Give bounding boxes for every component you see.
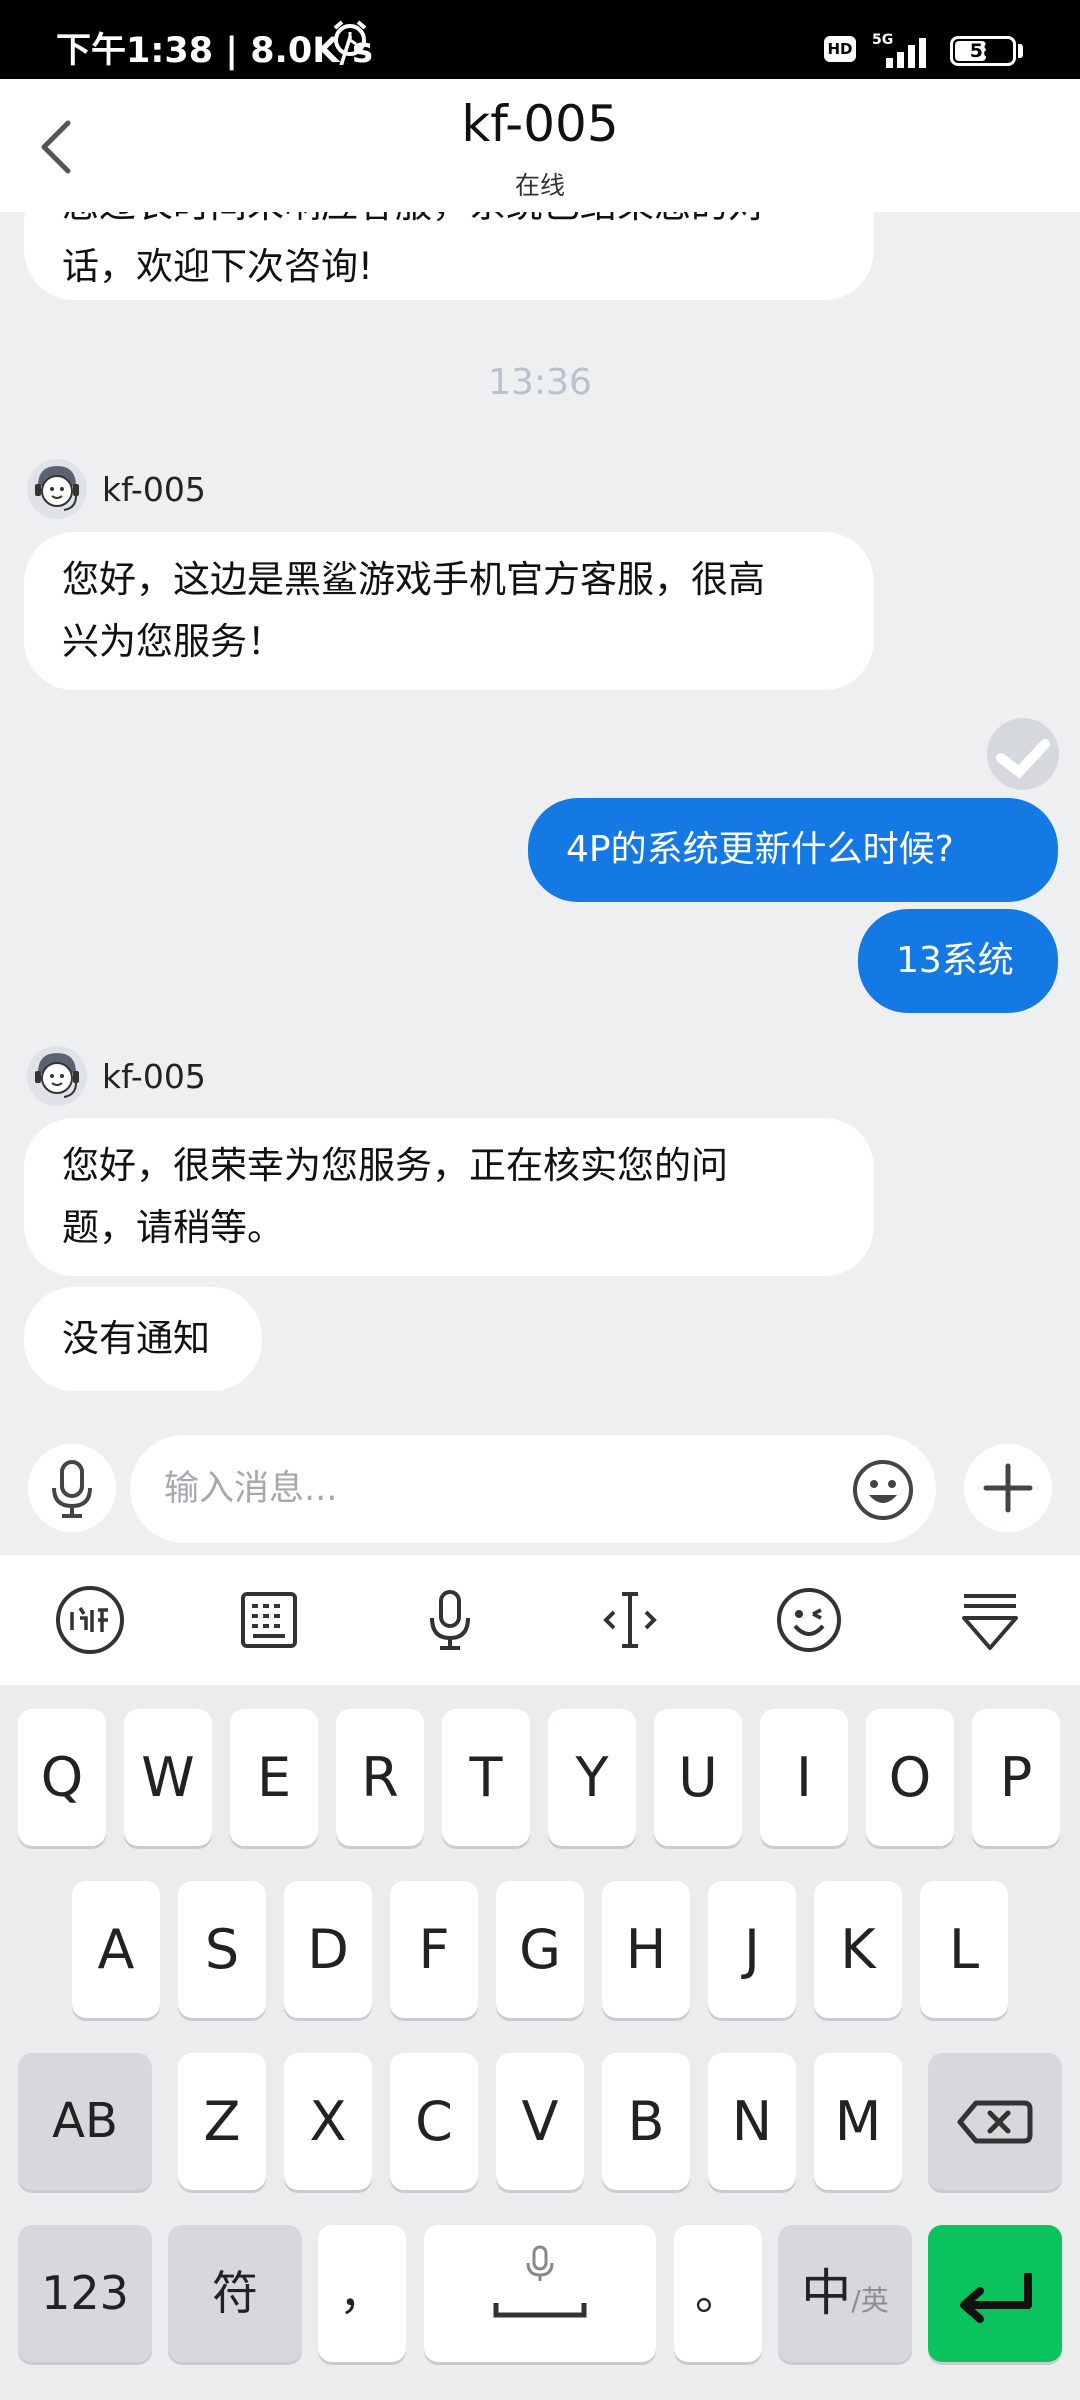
key-t[interactable]: T: [442, 1709, 530, 1846]
key-q[interactable]: Q: [18, 1709, 106, 1846]
key-o[interactable]: O: [866, 1709, 954, 1846]
plus-icon: [983, 1463, 1033, 1513]
key-f[interactable]: F: [390, 1881, 478, 2018]
backspace-key[interactable]: [928, 2053, 1062, 2190]
key-v[interactable]: V: [496, 2053, 584, 2190]
agent-avatar-icon: [27, 1046, 87, 1106]
agent-name: kf-005: [102, 470, 206, 509]
key-h[interactable]: H: [602, 1881, 690, 2018]
message-bubble-agent[interactable]: 您好，这边是黑鲨游戏手机官方客服，很高 兴为您服务！: [24, 532, 874, 690]
ime-toolbar: [0, 1555, 1080, 1685]
battery-icon: 58: [950, 36, 1016, 66]
status-time: 下午1:38 | 8.0K/s: [56, 31, 373, 71]
enter-key[interactable]: [928, 2225, 1062, 2362]
online-status: 在线: [514, 171, 565, 200]
alarm-icon: [333, 20, 367, 56]
message-bubble-agent[interactable]: 您过长时间未响应客服，系统已结束您的对 话，欢迎下次咨询!: [24, 212, 874, 300]
language-sub-label: /英: [851, 2284, 889, 2317]
key-b[interactable]: B: [602, 2053, 690, 2190]
agent-name: kf-005: [102, 1057, 206, 1096]
message-text-line: 您过长时间未响应客服，系统已结束您的对: [62, 212, 836, 236]
message-input-bar: [0, 1422, 1080, 1555]
key-p[interactable]: P: [972, 1709, 1060, 1846]
message-text-line: 题，请稍等。: [62, 1206, 284, 1249]
enter-arrow-icon: [960, 2273, 1032, 2323]
keyboard-icon[interactable]: [233, 1584, 305, 1656]
message-text-line: 兴为您服务！: [62, 620, 284, 663]
message-timestamp: 13:36: [488, 362, 592, 403]
key-g[interactable]: G: [496, 1881, 584, 2018]
space-bar-icon: [493, 2245, 587, 2318]
message-text-line: 您好，很荣幸为您服务，正在核实您的问: [62, 1144, 728, 1187]
key-n[interactable]: N: [708, 2053, 796, 2190]
emoji-icon[interactable]: [850, 1457, 916, 1523]
user-avatar-icon: [987, 718, 1059, 790]
status-bar: 下午1:38 | 8.0K/s HD 5G 58: [0, 0, 1080, 79]
message-text-line: 话，欢迎下次咨询!: [62, 245, 373, 288]
key-l[interactable]: L: [920, 1881, 1008, 2018]
key-a[interactable]: A: [72, 1881, 160, 2018]
chat-messages[interactable]: 您过长时间未响应客服，系统已结束您的对 话，欢迎下次咨询! 13:36 kf-0…: [0, 212, 1080, 1422]
space-key[interactable]: [424, 2225, 656, 2362]
message-text-line: 4P的系统更新什么时候?: [566, 829, 954, 870]
key-x[interactable]: X: [284, 2053, 372, 2190]
message-text-line: 您好，这边是黑鲨游戏手机官方客服，很高: [62, 558, 765, 601]
message-bubble-mine[interactable]: 4P的系统更新什么时候?: [528, 798, 1058, 902]
hd-badge: HD: [824, 36, 856, 62]
key-d[interactable]: D: [284, 1881, 372, 2018]
language-main-label: 中: [801, 2264, 852, 2322]
wink-emoji-icon[interactable]: [773, 1584, 845, 1656]
key-i[interactable]: I: [760, 1709, 848, 1846]
key-r[interactable]: R: [336, 1709, 424, 1846]
message-bubble-agent[interactable]: 没有通知: [24, 1287, 262, 1391]
key-e[interactable]: E: [230, 1709, 318, 1846]
battery-level: 58: [969, 40, 997, 62]
microphone-icon[interactable]: [414, 1584, 486, 1656]
collapse-keyboard-icon[interactable]: [954, 1584, 1026, 1656]
network-type: 5G: [872, 32, 894, 48]
comma-key[interactable]: ，: [318, 2225, 406, 2362]
key-k[interactable]: K: [814, 1881, 902, 2018]
message-text-line: 13系统: [896, 940, 1014, 981]
soft-keyboard: Q W E R T Y U I O P A S D F G H J K L AB…: [0, 1685, 1080, 2400]
key-y[interactable]: Y: [548, 1709, 636, 1846]
text-cursor-icon[interactable]: [594, 1584, 666, 1656]
ifly-logo-icon[interactable]: [54, 1584, 126, 1656]
language-switch-key[interactable]: 中/英: [778, 2225, 912, 2362]
key-z[interactable]: Z: [178, 2053, 266, 2190]
key-u[interactable]: U: [654, 1709, 742, 1846]
voice-input-button[interactable]: [28, 1444, 116, 1532]
key-j[interactable]: J: [708, 1881, 796, 2018]
key-c[interactable]: C: [390, 2053, 478, 2190]
key-m[interactable]: M: [814, 2053, 902, 2190]
chat-header: kf-005 在线: [0, 79, 1080, 212]
shift-key[interactable]: AB: [18, 2053, 152, 2190]
period-key[interactable]: 。: [674, 2225, 762, 2362]
message-bubble-agent[interactable]: 您好，很荣幸为您服务，正在核实您的问 题，请稍等。: [24, 1118, 874, 1276]
battery-tip: [1018, 44, 1023, 58]
numbers-key[interactable]: 123: [18, 2225, 152, 2362]
more-options-button[interactable]: [964, 1444, 1052, 1532]
contact-name: kf-005: [461, 95, 619, 153]
message-bubble-mine[interactable]: 13系统: [858, 909, 1058, 1013]
key-w[interactable]: W: [124, 1709, 212, 1846]
message-input[interactable]: [130, 1435, 936, 1543]
symbols-key[interactable]: 符: [168, 2225, 302, 2362]
agent-avatar-icon: [27, 459, 87, 519]
backspace-icon: [957, 2100, 1033, 2144]
message-text-line: 没有通知: [62, 1317, 210, 1360]
key-s[interactable]: S: [178, 1881, 266, 2018]
microphone-icon: [52, 1460, 92, 1518]
